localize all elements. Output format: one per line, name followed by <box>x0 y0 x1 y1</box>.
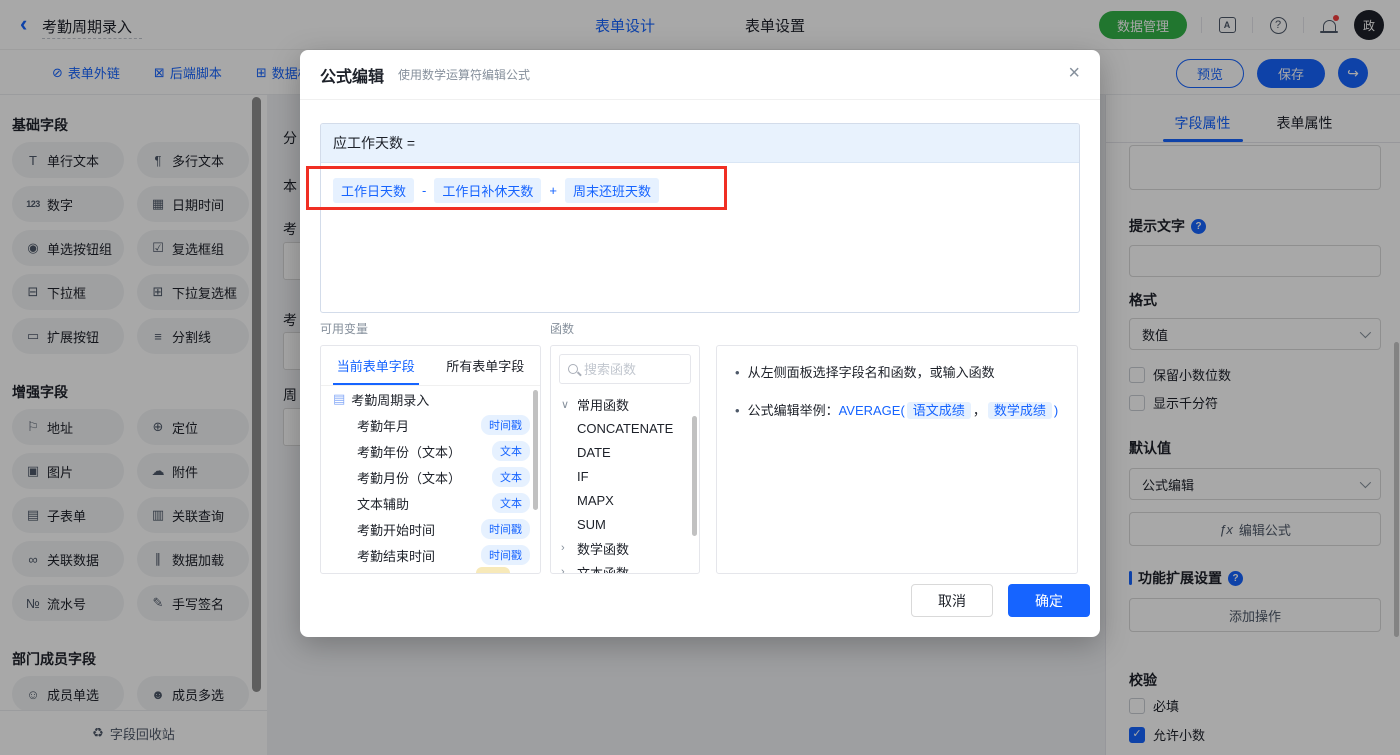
partial-badge <box>476 567 510 573</box>
caret-closed-icon: › <box>561 566 565 574</box>
formula-target: 应工作天数 = <box>321 124 1079 163</box>
confirm-button[interactable]: 确定 <box>1008 584 1090 617</box>
variable-row[interactable]: 考勤月份（文本） 文本 <box>321 464 540 490</box>
type-badge: 时间戳 <box>481 519 530 539</box>
formula-field-chip[interactable]: 工作日补休天数 <box>434 178 542 203</box>
functions-panel: ∨常用函数 CONCATENATE DATE IF MAPX SUM ›数学函数… <box>550 345 700 574</box>
function-item[interactable]: IF <box>551 464 699 488</box>
tab-current-form-fields[interactable]: 当前表单字段 <box>321 346 431 385</box>
functions-scrollbar[interactable] <box>692 416 697 536</box>
document-icon: ▤ <box>333 391 346 406</box>
example-chip: 数学成绩 <box>987 402 1052 419</box>
function-search[interactable] <box>559 354 691 384</box>
function-item[interactable]: MAPX <box>551 488 699 512</box>
variable-row[interactable]: 考勤年月 时间戳 <box>321 412 540 438</box>
variables-scrollbar[interactable] <box>533 390 538 510</box>
formula-input-area[interactable]: 工作日天数 - 工作日补休天数 + 周末还班天数 <box>321 163 1079 218</box>
variable-row[interactable]: 文本辅助 文本 <box>321 490 540 516</box>
variable-row[interactable]: 考勤年份（文本） 文本 <box>321 438 540 464</box>
variable-row[interactable]: 考勤开始时间 时间戳 <box>321 516 540 542</box>
type-badge: 时间戳 <box>481 545 530 565</box>
formula-editor: 应工作天数 = 工作日天数 - 工作日补休天数 + 周末还班天数 <box>320 123 1080 313</box>
type-badge: 文本 <box>492 493 530 513</box>
caret-closed-icon: › <box>561 542 565 554</box>
cancel-button[interactable]: 取消 <box>911 584 993 617</box>
function-group-common[interactable]: ∨ 常用函数 <box>551 392 699 416</box>
tips-panel: • 从左侧面板选择字段名和函数，或输入函数 • 公式编辑举例：AVERAGE(语… <box>716 345 1078 574</box>
search-input[interactable] <box>584 361 682 377</box>
tree-root[interactable]: ▤ 考勤周期录入 <box>321 386 540 412</box>
close-icon[interactable]: × <box>1068 63 1080 83</box>
functions-section-label: 函数 <box>550 322 575 336</box>
search-icon <box>568 364 578 374</box>
variables-panel: 当前表单字段 所有表单字段 ▤ 考勤周期录入 考勤年月 时间戳 考勤年份（文本）文… <box>320 345 541 574</box>
function-item[interactable]: DATE <box>551 440 699 464</box>
formula-field-chip[interactable]: 周末还班天数 <box>564 178 659 203</box>
function-group-math[interactable]: › 数学函数 <box>551 536 699 560</box>
variables-section-label: 可用变量 <box>320 322 369 336</box>
formula-field-chip[interactable]: 工作日天数 <box>333 178 415 203</box>
bullet-icon: • <box>735 403 740 418</box>
tip-line-2: • 公式编辑举例：AVERAGE(语文成绩，数学成绩) <box>735 400 1059 422</box>
operator: - <box>422 183 427 198</box>
variable-row[interactable]: 考勤结束时间 时间戳 <box>321 542 540 568</box>
modal-title: 公式编辑 <box>320 68 385 86</box>
example-chip: 语文成绩 <box>906 402 971 419</box>
tip-line-1: • 从左侧面板选择字段名和函数，或输入函数 <box>735 362 1059 384</box>
type-badge: 时间戳 <box>481 415 530 435</box>
modal-subtitle: 使用数学运算符编辑公式 <box>398 68 531 82</box>
bullet-icon: • <box>735 365 740 380</box>
type-badge: 文本 <box>492 441 530 461</box>
function-group-text[interactable]: › 文本函数 <box>551 560 699 574</box>
function-item[interactable]: CONCATENATE <box>551 416 699 440</box>
type-badge: 文本 <box>492 467 530 487</box>
formula-edit-modal: 公式编辑 使用数学运算符编辑公式 × 应工作天数 = 工作日天数 - 工作日补休… <box>300 50 1100 637</box>
caret-open-icon: ∨ <box>561 398 570 411</box>
tab-all-form-fields[interactable]: 所有表单字段 <box>431 346 541 385</box>
operator: + <box>549 183 557 198</box>
function-item[interactable]: SUM <box>551 512 699 536</box>
example-function: AVERAGE( <box>838 403 905 418</box>
